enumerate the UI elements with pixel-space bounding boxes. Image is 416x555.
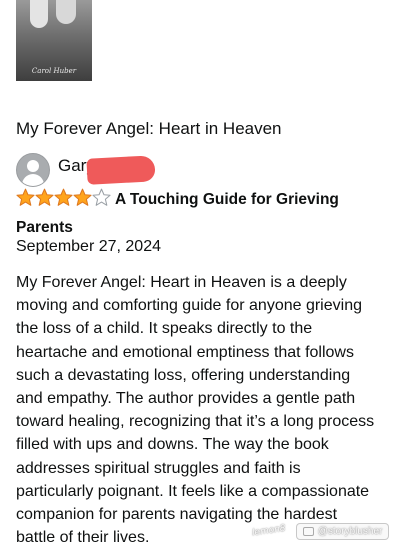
review-date: September 27, 2024 <box>16 238 161 255</box>
cover-photo-foot <box>56 0 76 24</box>
book-cover-image[interactable]: Carol Huber <box>16 0 92 81</box>
star-empty-icon <box>92 188 111 206</box>
star-filled-icon <box>73 188 92 206</box>
star-filled-icon <box>35 188 54 206</box>
cover-author-text: Carol Huber <box>31 67 77 75</box>
avatar[interactable] <box>16 153 50 187</box>
star-filled-icon <box>16 188 35 206</box>
star-rating[interactable] <box>16 188 111 215</box>
cover-photo-foot <box>30 0 48 28</box>
review-rating-headline: A Touching Guide for Grieving Parents <box>16 187 356 240</box>
avatar-head <box>27 160 39 172</box>
star-filled-icon <box>54 188 73 206</box>
name-redaction-mark <box>86 155 156 185</box>
review-body: My Forever Angel: Heart in Heaven is a d… <box>16 274 375 547</box>
book-title[interactable]: My Forever Angel: Heart in Heaven <box>16 118 282 140</box>
avatar-body <box>22 174 44 186</box>
